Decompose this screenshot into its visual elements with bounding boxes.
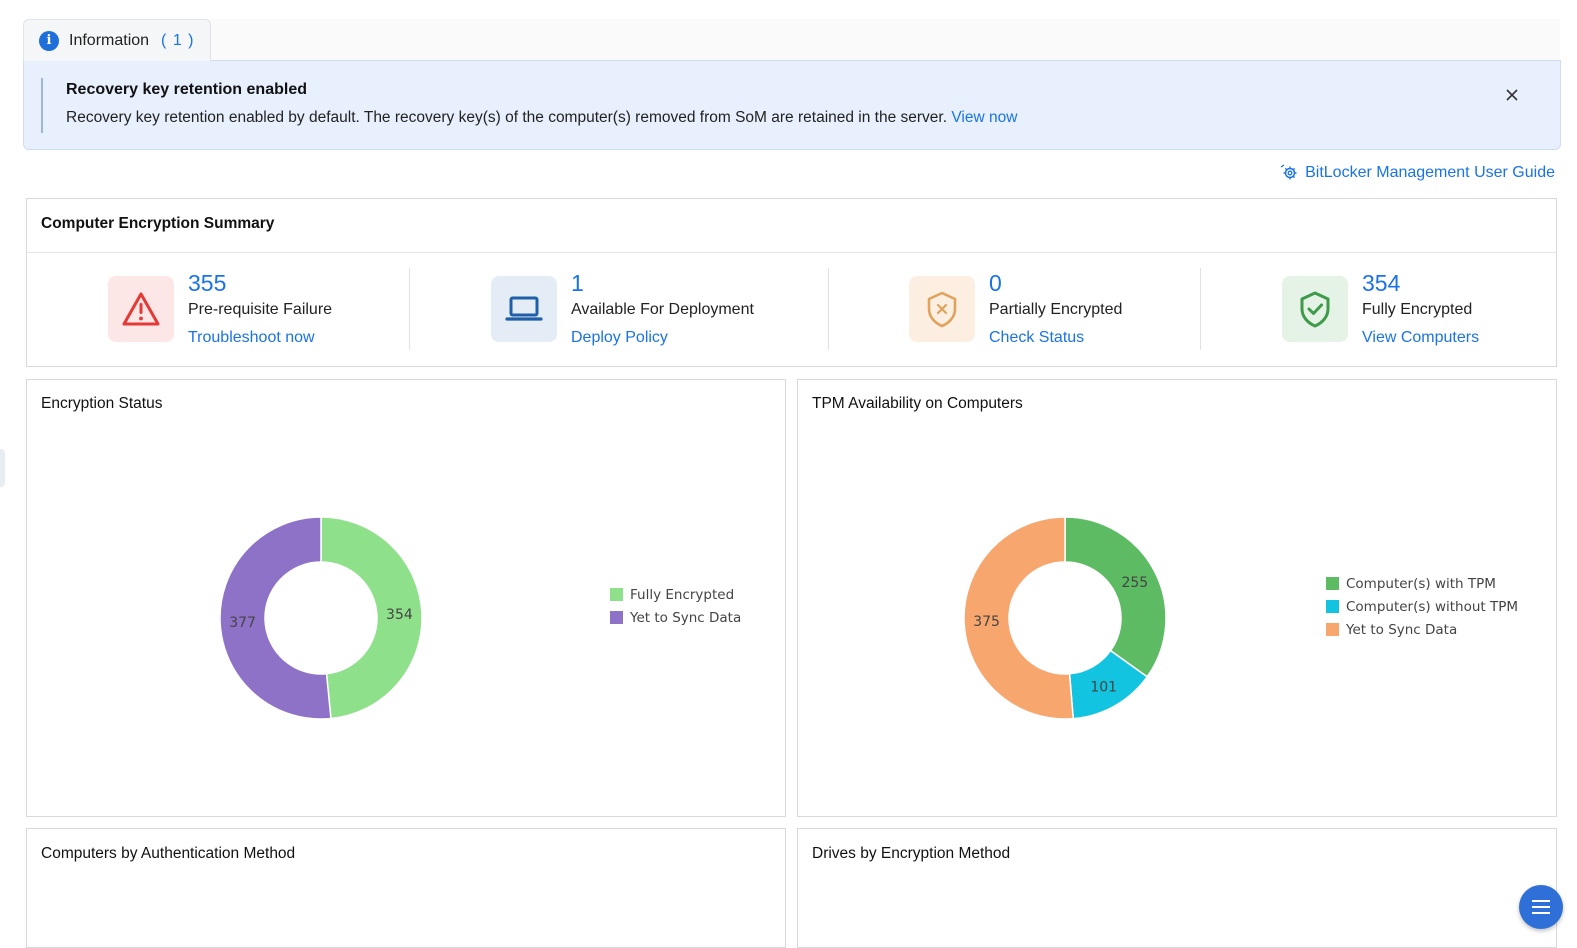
stat-label: Fully Encrypted (1362, 301, 1473, 318)
slice-value-label: 101 (1090, 679, 1117, 695)
stat-icon-box (108, 276, 174, 342)
legend-label[interactable]: Fully Encrypted (630, 587, 734, 603)
stat-label: Partially Encrypted (989, 301, 1123, 318)
tpm-availability-chart: 255 101 375 Computer(s) with TPM Computer(s)… (963, 516, 1518, 720)
menu-icon-line (1532, 900, 1550, 902)
slice-value-label: 375 (973, 614, 1000, 630)
menu-icon-line (1532, 906, 1550, 908)
summary-header: Computer Encryption Summary (27, 199, 1556, 253)
stat-divider (1200, 268, 1201, 350)
alert-accent-bar (41, 78, 43, 133)
menu-fab-button[interactable] (1519, 885, 1563, 929)
guide-gear-icon (1280, 164, 1297, 180)
view-now-link[interactable]: View now (951, 109, 1017, 126)
stat-value: 354 (1362, 270, 1401, 296)
auth-method-title: Computers by Authentication Method (41, 845, 296, 862)
legend-label[interactable]: Computer(s) without TPM (1346, 599, 1518, 615)
warning-icon (122, 292, 160, 326)
legend-label[interactable]: Computer(s) with TPM (1346, 576, 1496, 592)
legend-swatch[interactable] (1326, 600, 1339, 613)
alert-title: Recovery key retention enabled (66, 81, 307, 98)
stat-value: 0 (989, 270, 1002, 296)
stat-label: Pre-requisite Failure (188, 301, 333, 318)
legend-label[interactable]: Yet to Sync Data (629, 610, 741, 626)
stat-icon-box (1282, 276, 1348, 342)
shield-x-icon (927, 291, 957, 328)
legend-swatch[interactable] (1326, 577, 1339, 590)
stat-value: 1 (571, 270, 584, 296)
info-alert: Recovery key retention enabled Recovery … (23, 60, 1561, 150)
shield-check-icon (1300, 291, 1330, 328)
tab-information[interactable]: i Information ( 1 ) (23, 19, 211, 61)
user-guide-label: BitLocker Management User Guide (1305, 164, 1555, 181)
stat-value: 355 (188, 270, 227, 296)
troubleshoot-now-link[interactable]: Troubleshoot now (188, 329, 315, 347)
laptop-icon (505, 296, 543, 321)
stat-label: Available For Deployment (571, 301, 754, 318)
encryption-status-panel: Encryption Status 354 377 Fully Encrypted Y… (26, 379, 786, 817)
legend-swatch[interactable] (610, 588, 623, 601)
tab-information-label: Information (69, 31, 150, 49)
slice-value-label: 377 (229, 615, 256, 631)
menu-icon-line (1532, 912, 1550, 914)
legend-swatch[interactable] (610, 611, 623, 624)
tab-information-count: ( 1 ) (161, 31, 195, 49)
deploy-policy-link[interactable]: Deploy Policy (571, 329, 668, 347)
encryption-status-chart: 354 377 Fully Encrypted Yet to Sync Data (219, 516, 741, 720)
info-icon: i (39, 30, 59, 51)
alert-message-text: Recovery key retention enabled by defaul… (66, 109, 948, 126)
side-panel-handle[interactable] (0, 449, 5, 487)
view-computers-link[interactable]: View Computers (1362, 329, 1479, 347)
tpm-availability-panel: TPM Availability on Computers 255 101 375 C… (797, 379, 1557, 817)
auth-method-panel: Computers by Authentication Method (26, 828, 786, 948)
tab-strip (210, 19, 1560, 61)
legend-swatch[interactable] (1326, 623, 1339, 636)
summary-title: Computer Encryption Summary (41, 215, 275, 232)
legend-label[interactable]: Yet to Sync Data (1345, 622, 1457, 638)
slice-value-label: 255 (1121, 575, 1148, 591)
close-icon[interactable] (1504, 87, 1520, 103)
user-guide-link[interactable]: BitLocker Management User Guide (1279, 163, 1555, 183)
drives-method-panel: Drives by Encryption Method (797, 828, 1557, 948)
encryption-summary-panel: Computer Encryption Summary 355 Pre-requ… (26, 198, 1557, 367)
stat-icon-box (491, 276, 557, 342)
stat-divider (828, 268, 829, 350)
donut-slice-computer-s-with-tpm[interactable] (1064, 516, 1167, 678)
drives-method-title: Drives by Encryption Method (812, 845, 1011, 862)
slice-value-label: 354 (386, 607, 413, 623)
alert-message: Recovery key retention enabled by defaul… (66, 109, 1017, 127)
check-status-link[interactable]: Check Status (989, 329, 1084, 347)
stat-divider (409, 268, 410, 350)
stat-icon-box (909, 276, 975, 342)
